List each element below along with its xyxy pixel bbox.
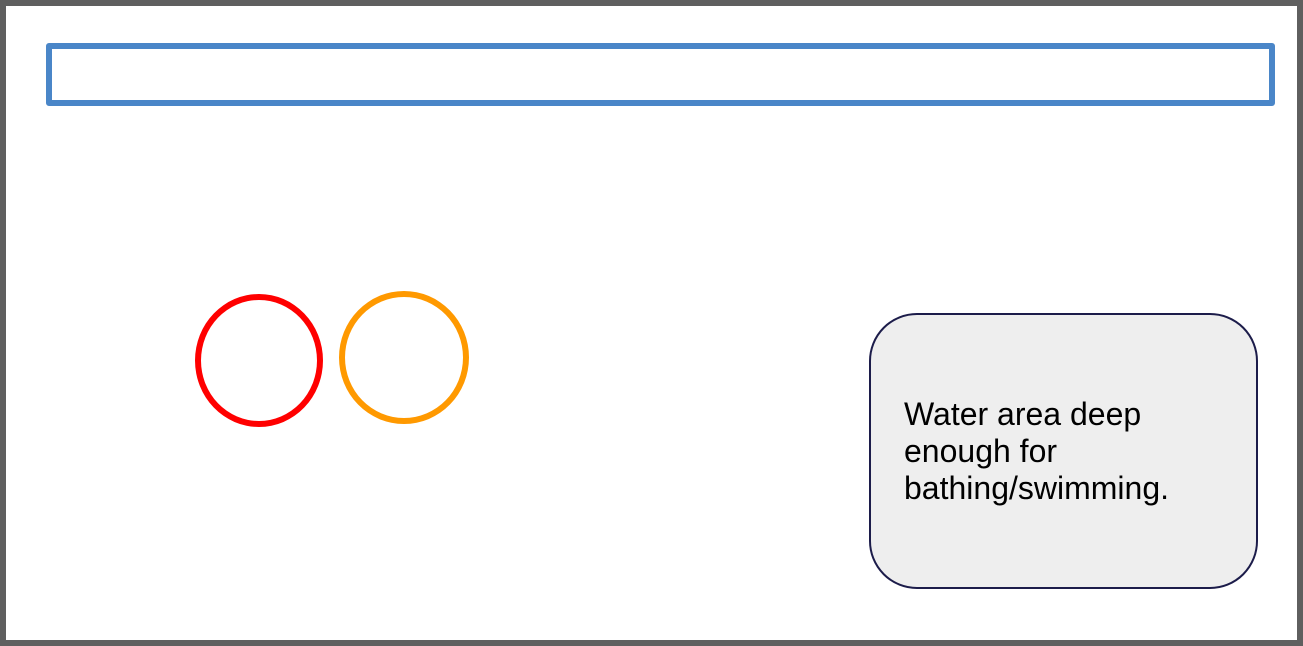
- info-callout-text: Water area deep enough for bathing/swimm…: [904, 395, 1169, 506]
- top-bar: [46, 43, 1275, 106]
- red-circle-marker: [195, 294, 323, 427]
- diagram-frame: Water area deep enough for bathing/swimm…: [0, 0, 1303, 646]
- info-callout-box: Water area deep enough for bathing/swimm…: [869, 313, 1258, 589]
- orange-circle-marker: [339, 291, 469, 424]
